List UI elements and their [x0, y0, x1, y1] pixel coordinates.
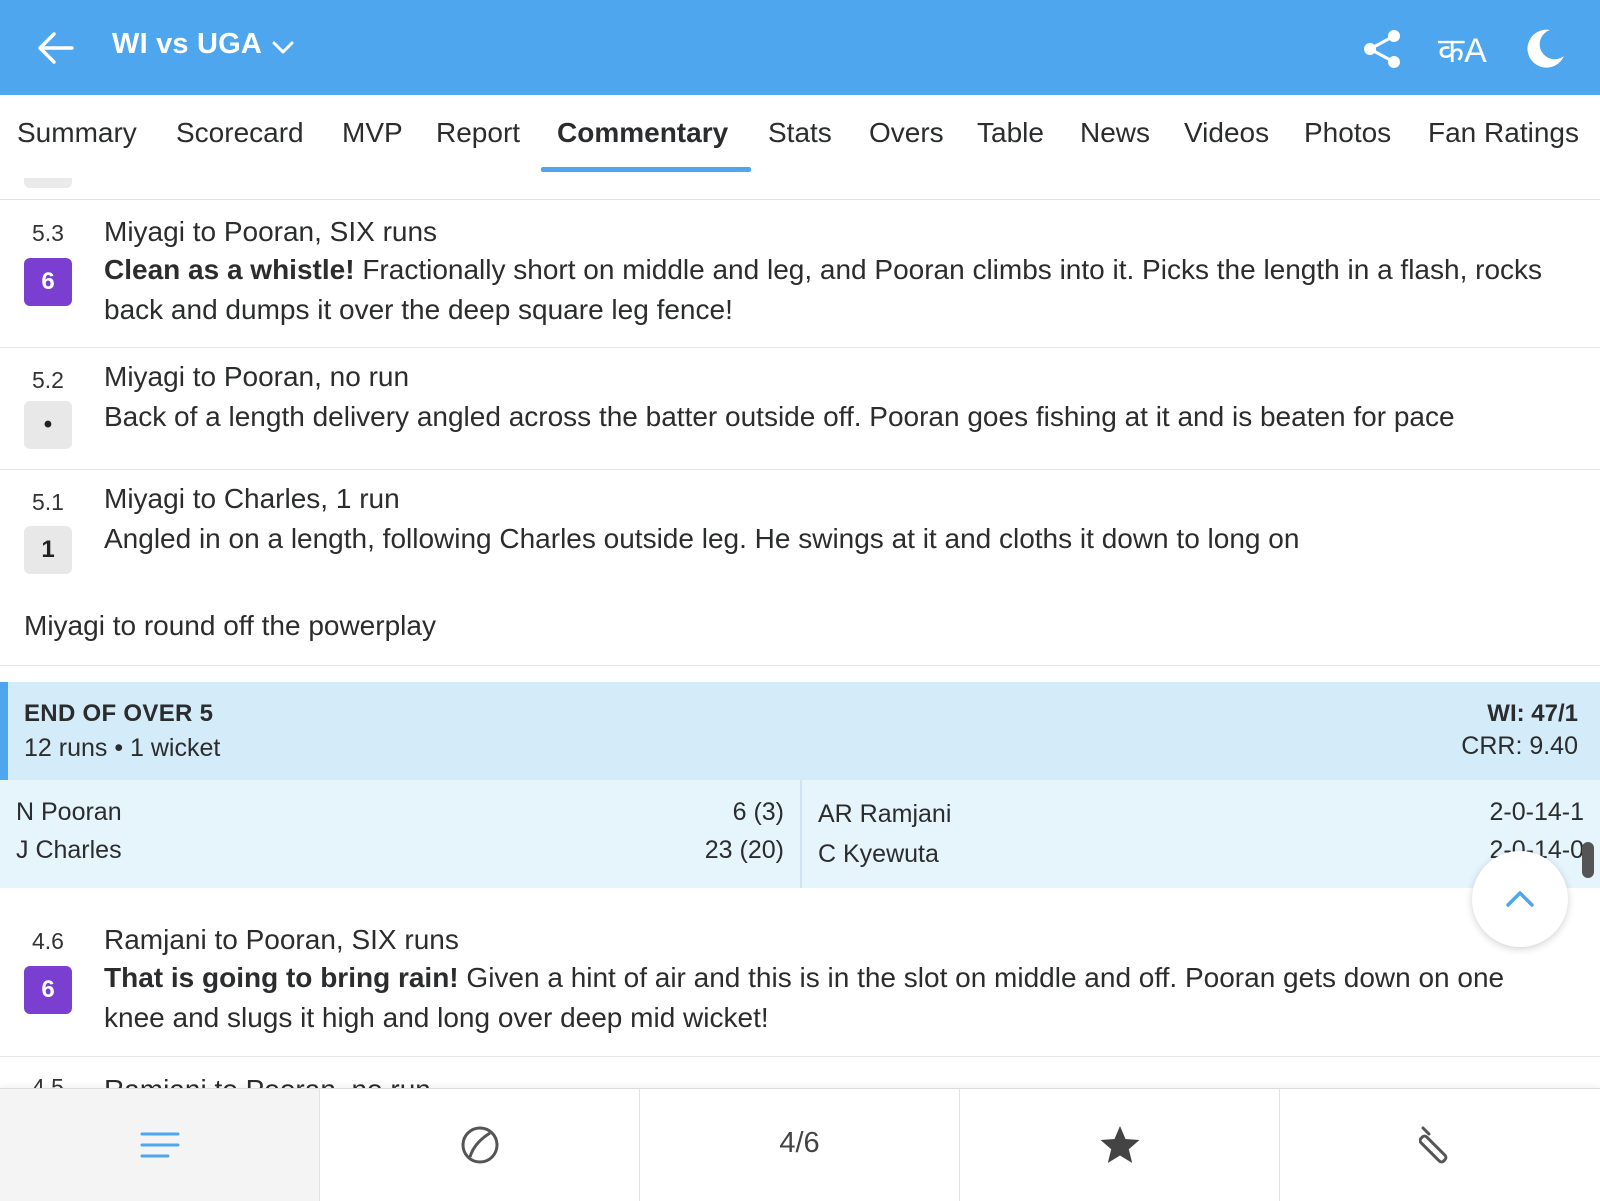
over-runs-summary: 12 runs • 1 wicket: [24, 734, 221, 762]
star-icon: [1100, 1126, 1139, 1163]
language-toggle[interactable]: कA: [1438, 26, 1487, 72]
nav-page-counter[interactable]: 4/6: [640, 1089, 960, 1201]
ball-badge-partial: [24, 178, 72, 188]
page-counter: 4/6: [779, 1127, 820, 1159]
nav-favourites[interactable]: [960, 1089, 1280, 1201]
batter-score: 23 (20): [704, 836, 784, 864]
tab-summary[interactable]: Summary: [17, 117, 137, 149]
divider: [0, 665, 1600, 666]
nav-commentary-menu[interactable]: [0, 1089, 320, 1201]
over-number: 4.5: [32, 1074, 64, 1088]
commentary-title: Ramjani to Pooran, no run: [104, 1074, 431, 1088]
pre-over-note: Miyagi to round off the powerplay: [24, 610, 436, 641]
commentary-title: Ramjani to Pooran, SIX runs: [104, 924, 459, 955]
over-number: 5.1: [32, 489, 64, 515]
bottom-navigation: 4/6: [0, 1088, 1600, 1201]
tab-overs[interactable]: Overs: [869, 117, 944, 149]
ball-badge-run: 1: [24, 526, 72, 574]
app-bar: WI vs UGA कA: [0, 0, 1600, 95]
stats-divider: [800, 780, 802, 888]
tab-bar: Summary Scorecard MVP Report Commentary …: [0, 95, 1600, 200]
commentary-text: Back of a length delivery angled across …: [104, 401, 1455, 432]
commentary-highlight: Clean as a whistle!: [104, 254, 355, 285]
ball-badge-dot: •: [24, 401, 72, 449]
over-number: 4.6: [32, 928, 64, 954]
scrollbar-thumb[interactable]: [1582, 842, 1594, 878]
commentary-item[interactable]: 5.2 • Miyagi to Pooran, no run Back of a…: [0, 347, 1600, 470]
bowler-name[interactable]: AR Ramjani: [818, 800, 951, 829]
chevron-up-icon: [1506, 891, 1534, 907]
ball-badge-six: 6: [24, 966, 72, 1014]
commentary-item[interactable]: 5.1 1 Miyagi to Charles, 1 run Angled in…: [0, 469, 1600, 589]
commentary-title: Miyagi to Charles, 1 run: [104, 483, 400, 514]
bat-icon: [1418, 1126, 1447, 1164]
current-run-rate: CRR: 9.40: [1461, 732, 1578, 760]
batter-name[interactable]: N Pooran: [16, 798, 122, 827]
commentary-item-partial[interactable]: 4.5 Ramjani to Pooran, no run: [0, 1062, 1600, 1088]
commentary-item[interactable]: 4.6 6 Ramjani to Pooran, SIX runs That i…: [0, 888, 1600, 1057]
batter-name[interactable]: J Charles: [16, 836, 122, 865]
commentary-highlight: That is going to bring rain!: [104, 962, 459, 993]
batter-score: 6 (3): [732, 798, 784, 826]
tab-scorecard[interactable]: Scorecard: [176, 117, 304, 149]
nav-ball-by-ball[interactable]: [320, 1089, 640, 1201]
end-of-over-summary: END OF OVER 5 12 runs • 1 wicket WI: 47/…: [0, 682, 1600, 780]
over-number: 5.2: [32, 367, 64, 393]
tab-mvp[interactable]: MVP: [342, 117, 403, 149]
commentary-title: Miyagi to Pooran, SIX runs: [104, 216, 438, 247]
tab-videos[interactable]: Videos: [1184, 117, 1269, 149]
match-title[interactable]: WI vs UGA: [112, 28, 262, 61]
accent-bar: [0, 682, 8, 780]
bowler-figures: 2-0-14-1: [1489, 798, 1585, 826]
share-icon[interactable]: [1362, 28, 1402, 70]
tab-news[interactable]: News: [1080, 117, 1150, 149]
tab-photos[interactable]: Photos: [1304, 117, 1391, 149]
dark-mode-moon-icon[interactable]: [1522, 26, 1566, 70]
bowler-name[interactable]: C Kyewuta: [818, 840, 939, 869]
tab-fan-ratings[interactable]: Fan Ratings: [1428, 117, 1579, 149]
tab-commentary[interactable]: Commentary: [557, 117, 728, 149]
commentary-text: Clean as a whistle! Fractionally short o…: [104, 250, 1544, 330]
nav-batting[interactable]: [1280, 1089, 1599, 1201]
commentary-text: Angled in on a length, following Charles…: [104, 523, 1300, 554]
back-arrow-icon[interactable]: [36, 30, 76, 66]
team-score: WI: 47/1: [1487, 700, 1578, 727]
end-of-over-label: END OF OVER 5: [24, 700, 214, 727]
over-number: 5.3: [32, 220, 64, 246]
active-tab-indicator: [541, 167, 751, 172]
commentary-title: Miyagi to Pooran, no run: [104, 361, 410, 392]
ball-icon: [461, 1126, 498, 1164]
scroll-to-top-button[interactable]: [1472, 851, 1568, 947]
tab-table[interactable]: Table: [977, 117, 1044, 149]
commentary-item[interactable]: 5.3 6 Miyagi to Pooran, SIX runs Clean a…: [0, 202, 1600, 348]
chevron-down-icon[interactable]: [270, 36, 296, 58]
tab-stats[interactable]: Stats: [768, 117, 832, 149]
menu-icon: [140, 1132, 179, 1158]
ball-badge-six: 6: [24, 258, 72, 306]
tab-report[interactable]: Report: [436, 117, 520, 149]
over-player-stats: N Pooran 6 (3) J Charles 23 (20) AR Ramj…: [0, 780, 1600, 888]
commentary-text: That is going to bring rain! Given a hin…: [104, 958, 1544, 1038]
